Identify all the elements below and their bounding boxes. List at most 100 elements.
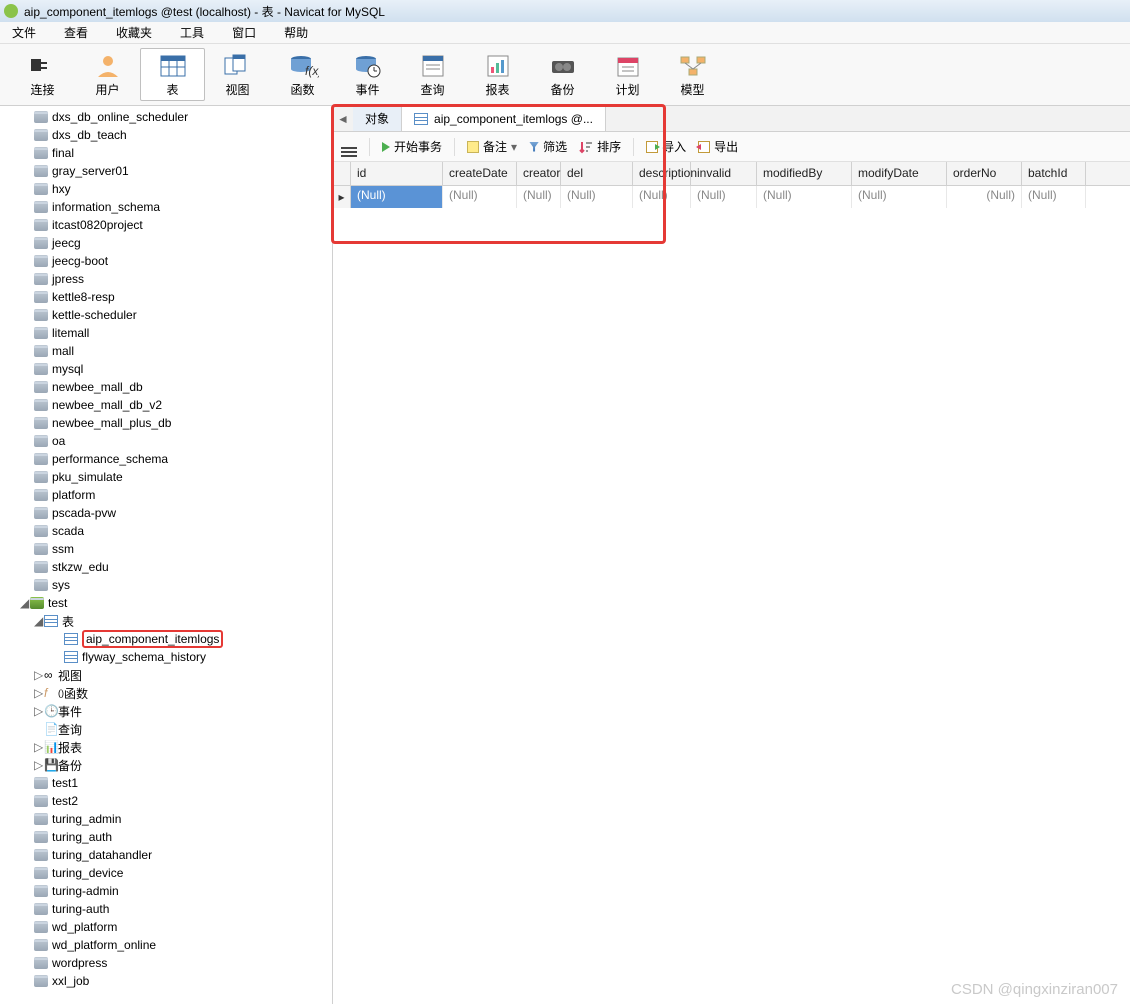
menu-file[interactable]: 文件 (8, 22, 40, 43)
menu-icon[interactable] (341, 147, 357, 149)
tree-tables[interactable]: ◢表 (0, 612, 332, 630)
db-jeecg[interactable]: jeecg (0, 234, 332, 252)
tab-objects[interactable]: 对象 (353, 106, 402, 131)
db-scada[interactable]: scada (0, 522, 332, 540)
db-turing_admin[interactable]: turing_admin (0, 810, 332, 828)
begin-transaction-button[interactable]: 开始事务 (382, 138, 442, 155)
cell-id[interactable]: (Null) (351, 186, 443, 208)
col-modifiedBy[interactable]: modifiedBy (757, 162, 852, 185)
toolbar-event-button[interactable]: 事件 (335, 49, 400, 100)
menu-help[interactable]: 帮助 (280, 22, 312, 43)
cell-del[interactable]: (Null) (561, 186, 633, 208)
cell-batchId[interactable]: (Null) (1022, 186, 1086, 208)
table-flyway_schema_history[interactable]: flyway_schema_history (0, 648, 332, 666)
toolbar-connect-button[interactable]: 连接 (10, 49, 75, 100)
col-invalid[interactable]: invalid (691, 162, 757, 185)
menu-window[interactable]: 窗口 (228, 22, 260, 43)
db-litemall[interactable]: litemall (0, 324, 332, 342)
db-xxl_job[interactable]: xxl_job (0, 972, 332, 990)
db-final[interactable]: final (0, 144, 332, 162)
cell-creator[interactable]: (Null) (517, 186, 561, 208)
grid-row[interactable]: ▸ (Null)(Null)(Null)(Null)(Null)(Null)(N… (333, 186, 1130, 208)
toolbar-model-button[interactable]: 模型 (660, 49, 725, 100)
db-turing_device[interactable]: turing_device (0, 864, 332, 882)
sort-button[interactable]: 排序 (579, 138, 621, 155)
db-mysql[interactable]: mysql (0, 360, 332, 378)
menu-view[interactable]: 查看 (60, 22, 92, 43)
cell-orderNo[interactable]: (Null) (947, 186, 1022, 208)
toolbar-backup-button[interactable]: 备份 (530, 49, 595, 100)
table-aip_component_itemlogs[interactable]: aip_component_itemlogs (0, 630, 332, 648)
cell-invalid[interactable]: (Null) (691, 186, 757, 208)
tree-queries[interactable]: 📄 查询 (0, 720, 332, 738)
db-itcast0820project[interactable]: itcast0820project (0, 216, 332, 234)
col-id[interactable]: id (351, 162, 443, 185)
cell-description[interactable]: (Null) (633, 186, 691, 208)
db-dxs_db_online_scheduler[interactable]: dxs_db_online_scheduler (0, 108, 332, 126)
db-oa[interactable]: oa (0, 432, 332, 450)
filter-button[interactable]: 筛选 (529, 138, 567, 155)
toolbar-user-button[interactable]: 用户 (75, 49, 140, 100)
toolbar-report-button[interactable]: 报表 (465, 49, 530, 100)
db-jpress[interactable]: jpress (0, 270, 332, 288)
col-del[interactable]: del (561, 162, 633, 185)
cell-createDate[interactable]: (Null) (443, 186, 517, 208)
col-batchId[interactable]: batchId (1022, 162, 1086, 185)
toolbar-views-button[interactable]: 视图 (205, 49, 270, 100)
tree-views[interactable]: ▷∞ 视图 (0, 666, 332, 684)
db-ssm[interactable]: ssm (0, 540, 332, 558)
db-pku_simulate[interactable]: pku_simulate (0, 468, 332, 486)
toolbar-table-button[interactable]: 表 (140, 48, 205, 101)
db-wd_platform[interactable]: wd_platform (0, 918, 332, 936)
col-orderNo[interactable]: orderNo (947, 162, 1022, 185)
tree-events[interactable]: ▷🕒 事件 (0, 702, 332, 720)
db-pscada-pvw[interactable]: pscada-pvw (0, 504, 332, 522)
db-performance_schema[interactable]: performance_schema (0, 450, 332, 468)
db-turing-admin[interactable]: turing-admin (0, 882, 332, 900)
export-button[interactable]: 导出 (698, 138, 738, 155)
tab-table[interactable]: aip_component_itemlogs @... (402, 106, 606, 131)
tab-chevron-left-icon[interactable]: ◄ (333, 106, 353, 131)
db-sys[interactable]: sys (0, 576, 332, 594)
db-test[interactable]: ◢test (0, 594, 332, 612)
db-turing_auth[interactable]: turing_auth (0, 828, 332, 846)
menu-fav[interactable]: 收藏夹 (112, 22, 156, 43)
import-button[interactable]: 导入 (646, 138, 686, 155)
menu-tools[interactable]: 工具 (176, 22, 208, 43)
toolbar-plan-button[interactable]: 计划 (595, 49, 660, 100)
db-gray_server01[interactable]: gray_server01 (0, 162, 332, 180)
db-kettle8-resp[interactable]: kettle8-resp (0, 288, 332, 306)
database-icon (34, 309, 48, 321)
tree-funcs[interactable]: ▷f() 函数 (0, 684, 332, 702)
database-tree[interactable]: dxs_db_online_schedulerdxs_db_teachfinal… (0, 106, 333, 1004)
db-dxs_db_teach[interactable]: dxs_db_teach (0, 126, 332, 144)
db-test1[interactable]: test1 (0, 774, 332, 792)
db-turing_datahandler[interactable]: turing_datahandler (0, 846, 332, 864)
db-jeecg-boot[interactable]: jeecg-boot (0, 252, 332, 270)
db-newbee_mall_db_v2[interactable]: newbee_mall_db_v2 (0, 396, 332, 414)
db-stkzw_edu[interactable]: stkzw_edu (0, 558, 332, 576)
col-createDate[interactable]: createDate (443, 162, 517, 185)
db-kettle-scheduler[interactable]: kettle-scheduler (0, 306, 332, 324)
db-information_schema[interactable]: information_schema (0, 198, 332, 216)
db-wd_platform_online[interactable]: wd_platform_online (0, 936, 332, 954)
col-modifyDate[interactable]: modifyDate (852, 162, 947, 185)
db-wordpress[interactable]: wordpress (0, 954, 332, 972)
tree-reports[interactable]: ▷📊 报表 (0, 738, 332, 756)
tree-backups[interactable]: ▷💾 备份 (0, 756, 332, 774)
db-test2[interactable]: test2 (0, 792, 332, 810)
cell-modifyDate[interactable]: (Null) (852, 186, 947, 208)
col-description[interactable]: description (633, 162, 691, 185)
db-mall[interactable]: mall (0, 342, 332, 360)
db-newbee_mall_db[interactable]: newbee_mall_db (0, 378, 332, 396)
current-row-marker-icon: ▸ (333, 186, 351, 208)
toolbar-query-button[interactable]: 查询 (400, 49, 465, 100)
db-newbee_mall_plus_db[interactable]: newbee_mall_plus_db (0, 414, 332, 432)
db-turing-auth[interactable]: turing-auth (0, 900, 332, 918)
db-hxy[interactable]: hxy (0, 180, 332, 198)
memo-button[interactable]: 备注▾ (467, 138, 517, 155)
toolbar-func-button[interactable]: f(x)函数 (270, 49, 335, 100)
col-creator[interactable]: creator (517, 162, 561, 185)
db-platform[interactable]: platform (0, 486, 332, 504)
cell-modifiedBy[interactable]: (Null) (757, 186, 852, 208)
